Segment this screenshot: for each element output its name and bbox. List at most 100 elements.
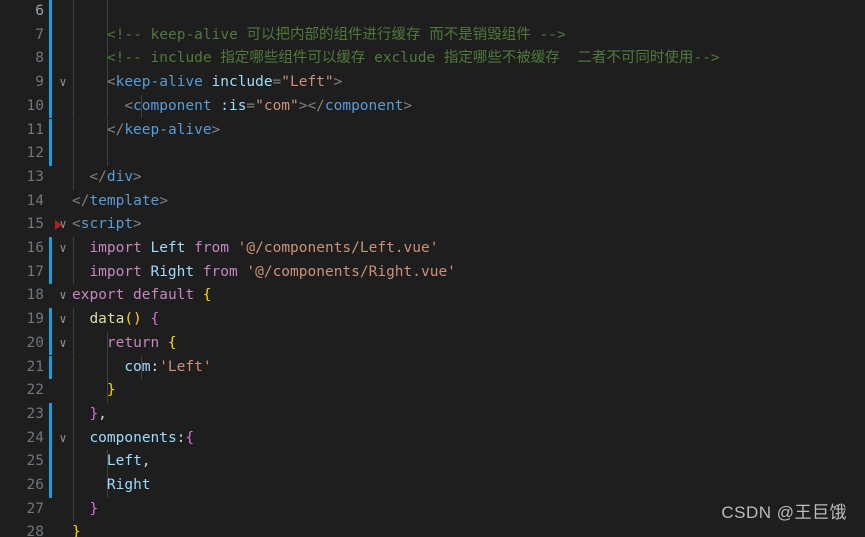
code-line-content[interactable]: [62, 0, 108, 24]
code-line-content[interactable]: },: [62, 402, 107, 427]
code-line-content[interactable]: return {: [62, 331, 177, 356]
code-token: components: [89, 429, 177, 446]
code-line-content[interactable]: }: [62, 521, 81, 537]
code-line-content[interactable]: </template >: [62, 190, 168, 214]
editor-gutter[interactable]: 17: [0, 260, 62, 285]
code-token: data: [89, 311, 125, 328]
editor-gutter[interactable]: 20 ∨: [0, 331, 67, 356]
editor-line[interactable]: 7 <!-- keep-alive 可以把内部的组件进行缓存 而不是销毁组件 -…: [0, 23, 865, 48]
line-number: 6: [35, 3, 44, 19]
code-token: (: [124, 311, 134, 328]
code-token: component: [133, 97, 212, 114]
editor-gutter[interactable]: 21: [0, 355, 62, 380]
code-token: :: [150, 358, 160, 375]
code-line-content[interactable]: import Left from '@/components/Left.vue': [62, 237, 438, 261]
code-line-content[interactable]: < component :is = "com" > </component >: [62, 94, 412, 119]
code-line-content[interactable]: export default {: [62, 284, 212, 308]
code-line-content[interactable]: </keep-alive >: [62, 118, 220, 143]
editor-line[interactable]: 10 < component :is = "com" > </component >: [0, 94, 865, 119]
code-token: >: [298, 97, 308, 114]
code-line-content[interactable]: com: 'Left': [62, 355, 212, 380]
code-line-content[interactable]: import Right from '@/components/Right.vu…: [62, 260, 456, 285]
editor-gutter[interactable]: 28: [0, 521, 62, 537]
line-number: 20: [26, 334, 44, 351]
code-line-content[interactable]: components:{: [62, 426, 194, 451]
code-line-content[interactable]: data() {: [62, 308, 159, 332]
editor-line[interactable]: 8 <!-- include 指定哪些组件可以缓存 exclude 指定哪些不被…: [0, 47, 865, 72]
editor-line[interactable]: 13 </div >: [0, 165, 865, 190]
code-line-content[interactable]: < keep-alive include = "Left" >: [62, 71, 342, 95]
code-line-content[interactable]: [62, 142, 108, 166]
editor-line[interactable]: 17 import Right from '@/components/Right…: [0, 260, 865, 285]
editor-gutter[interactable]: 12: [0, 142, 62, 166]
editor-gutter[interactable]: 16 ∨: [0, 237, 67, 261]
editor-gutter[interactable]: 8: [0, 47, 62, 72]
modified-line-indicator: [49, 260, 52, 285]
editor-gutter[interactable]: 6: [0, 0, 62, 24]
editor-gutter[interactable]: 23: [0, 402, 62, 427]
code-line-content[interactable]: </div >: [62, 165, 142, 190]
editor-gutter[interactable]: 27: [0, 498, 62, 522]
editor-gutter[interactable]: 19 ∨: [0, 308, 67, 332]
line-number: 12: [26, 145, 44, 162]
line-number: 14: [26, 192, 44, 209]
editor-line[interactable]: 12: [0, 142, 865, 166]
editor-line[interactable]: 18 ∨ export default {: [0, 284, 865, 308]
editor-gutter[interactable]: 10: [0, 94, 62, 119]
editor-gutter[interactable]: 25: [0, 450, 62, 474]
code-token: >: [211, 121, 221, 138]
code-line-content[interactable]: }: [62, 497, 98, 522]
editor-gutter[interactable]: 22: [0, 379, 62, 403]
editor-gutter[interactable]: 18 ∨: [0, 284, 67, 308]
editor-line[interactable]: 22 }: [0, 379, 865, 403]
code-line-content[interactable]: Right: [62, 474, 151, 498]
editor-line[interactable]: 21 com: 'Left': [0, 355, 865, 380]
editor-line[interactable]: 26 Right: [0, 474, 865, 498]
code-line-content[interactable]: Left,: [62, 450, 150, 474]
line-number: 11: [26, 121, 44, 138]
code-token: {: [167, 334, 177, 351]
code-editor[interactable]: 6 7 <!-- keep-alive 可以把内部的组件进行缓存 而不是销毁组件 …: [0, 0, 865, 537]
editor-gutter[interactable]: 7: [0, 23, 62, 48]
editor-gutter[interactable]: 9 ∨: [0, 71, 67, 95]
editor-line[interactable]: 20 ∨ return {: [0, 331, 865, 356]
editor-gutter[interactable]: 13: [0, 166, 62, 190]
editor-line[interactable]: 16 ∨ import Left from '@/components/Left.…: [0, 237, 865, 261]
code-line-content[interactable]: <!-- keep-alive 可以把内部的组件进行缓存 而不是销毁组件 -->: [62, 23, 566, 48]
line-number: 16: [26, 240, 44, 256]
editor-gutter[interactable]: 11: [0, 118, 62, 143]
editor-line[interactable]: 15 ∨ < script >: [0, 213, 865, 237]
code-token: script: [80, 216, 134, 233]
line-number: 24: [26, 429, 44, 446]
code-token: default: [133, 287, 195, 304]
editor-gutter[interactable]: 15 ∨: [0, 213, 67, 237]
editor-gutter[interactable]: 26: [0, 474, 62, 498]
modified-line-indicator: [49, 23, 52, 48]
editor-line[interactable]: 19 ∨ data() {: [0, 308, 865, 332]
modified-line-indicator: [49, 94, 52, 119]
editor-gutter[interactable]: 24 ∨: [0, 426, 67, 451]
editor-line[interactable]: 24 ∨ components:{: [0, 426, 865, 451]
code-line-content[interactable]: <!-- include 指定哪些组件可以缓存 exclude 指定哪些不被缓存…: [62, 47, 720, 72]
code-token: com: [124, 358, 151, 375]
editor-line[interactable]: 25 Left,: [0, 450, 865, 474]
editor-line[interactable]: 28}: [0, 521, 865, 537]
editor-line[interactable]: 14 </template >: [0, 190, 865, 214]
code-line-content[interactable]: }: [62, 379, 116, 403]
editor-line[interactable]: 9 ∨ < keep-alive include = "Left" >: [0, 71, 865, 95]
editor-line[interactable]: 23 },: [0, 402, 865, 427]
code-token: Right: [150, 263, 195, 280]
code-token: {: [150, 311, 160, 328]
editor-gutter[interactable]: 14: [0, 190, 62, 214]
code-token: "com": [255, 97, 299, 114]
editor-line[interactable]: 6: [0, 0, 865, 24]
code-line-content[interactable]: < script >: [62, 213, 142, 237]
editor-line[interactable]: 11 </keep-alive >: [0, 118, 865, 143]
